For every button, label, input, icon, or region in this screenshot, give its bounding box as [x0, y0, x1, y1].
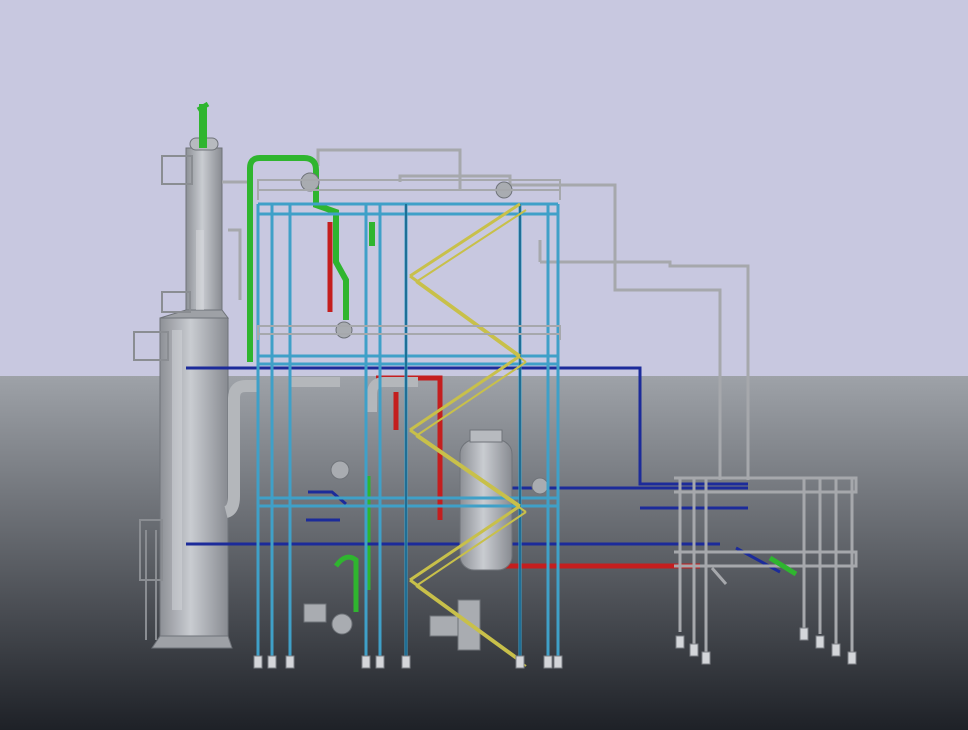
footing	[701, 651, 711, 665]
footing	[361, 655, 371, 669]
3d-viewport[interactable]	[0, 0, 968, 730]
footing	[675, 635, 685, 649]
footing	[543, 655, 553, 669]
pump-1-motor	[331, 613, 353, 635]
valve-3	[330, 460, 350, 480]
sky-background	[0, 0, 968, 376]
footing	[253, 655, 263, 669]
footing	[515, 655, 525, 669]
receiver-vessel[interactable]	[459, 429, 513, 571]
valve-1	[300, 172, 320, 192]
pump-1	[303, 603, 327, 623]
column-inner-highlight	[196, 230, 204, 310]
footing	[285, 655, 295, 669]
footing	[815, 635, 825, 649]
valve-5	[335, 321, 353, 339]
footing	[799, 627, 809, 641]
footing	[401, 655, 411, 669]
valve-4	[531, 477, 549, 495]
column-skirt	[151, 635, 233, 649]
footing	[375, 655, 385, 669]
footing	[831, 643, 841, 657]
receiver-vessel-top	[469, 429, 503, 443]
plant-model	[0, 0, 968, 730]
column-lower-section	[159, 317, 229, 637]
footing	[847, 651, 857, 665]
footing	[553, 655, 563, 669]
column-inner-highlight-2	[172, 330, 182, 610]
footing	[689, 643, 699, 657]
footing	[267, 655, 277, 669]
